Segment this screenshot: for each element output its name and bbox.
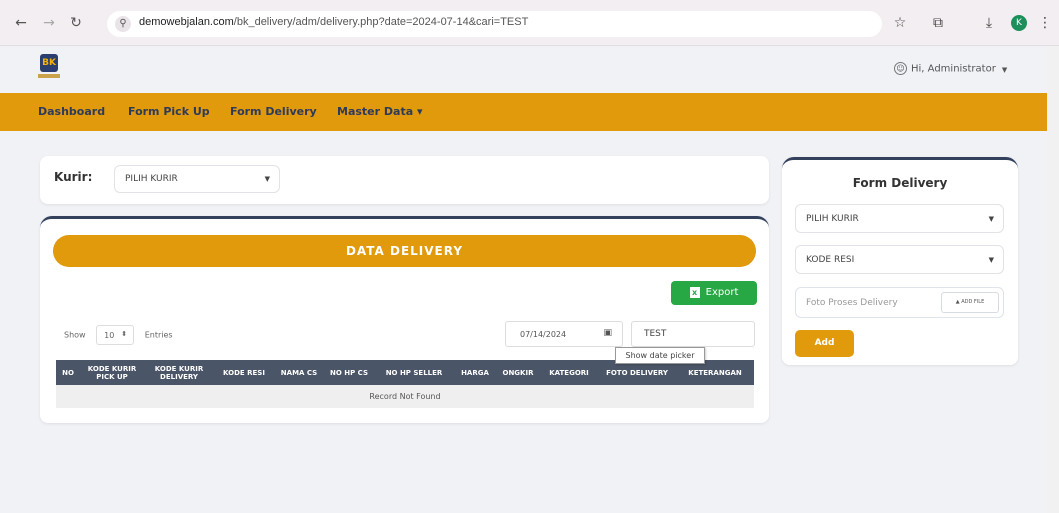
reload-icon[interactable]: ↻ [67, 14, 85, 32]
nav-form-pick-up[interactable]: Form Pick Up [128, 105, 210, 118]
entries-select[interactable]: 10 ⬍ [96, 325, 135, 345]
nav-dashboard[interactable]: Dashboard [38, 105, 105, 118]
nav-master-data[interactable]: Master Data ▾ [337, 105, 422, 118]
column-header[interactable]: ONGKIR [496, 360, 540, 385]
extensions-icon[interactable]: ⧉ [928, 13, 948, 33]
column-header[interactable]: KODE KURIR PICK UP [80, 360, 144, 385]
column-header[interactable]: NO [56, 360, 80, 385]
url-text[interactable]: demowebjalan.com/bk_delivery/adm/deliver… [139, 16, 528, 28]
upload-user-icon: ▲ [955, 299, 960, 305]
add-file-button[interactable]: ▲ ADD FILE [941, 292, 999, 313]
column-header[interactable]: NAMA CS [274, 360, 324, 385]
caret-down-icon: ▼ [1001, 65, 1008, 74]
export-button[interactable]: x Export [671, 281, 757, 305]
add-button[interactable]: Add [795, 330, 854, 357]
form-kurir-select[interactable]: PILIH KURIR ▼ [795, 204, 1004, 233]
excel-icon: x [689, 286, 700, 298]
calendar-icon[interactable]: ▣ [603, 328, 612, 338]
browser-toolbar: ← → ↻ ⚲ demowebjalan.com/bk_delivery/adm… [0, 0, 1059, 46]
entries-control: Show 10 ⬍ Entries [64, 325, 173, 345]
dropdown-arrow-icon: ▼ [988, 255, 994, 264]
dropdown-arrow-icon: ▼ [988, 214, 994, 223]
data-delivery-card: DATA DELIVERY x Export Show 10 ⬍ Entries 0… [40, 216, 769, 423]
app-header: BK ☺ Hi, Administrator ▼ [0, 46, 1059, 93]
stepper-icon: ⬍ [121, 330, 128, 338]
kurir-filter-card: Kurir: PILIH KURIR ▼ [40, 156, 769, 204]
page-scrollbar[interactable] [1047, 46, 1059, 513]
address-bar[interactable]: ⚲ demowebjalan.com/bk_delivery/adm/deliv… [107, 11, 882, 37]
main-navbar: Dashboard Form Pick Up Form Delivery Mas… [0, 93, 1059, 131]
column-header[interactable]: KODE KURIR DELIVERY [144, 360, 214, 385]
column-header[interactable]: KODE RESI [214, 360, 274, 385]
user-icon: ☺ [894, 62, 907, 75]
photo-upload-field[interactable]: Foto Proses Delivery ▲ ADD FILE [795, 287, 1004, 318]
table-empty-row: Record Not Found [56, 385, 754, 408]
date-filter-input[interactable]: 07/14/2024 ▣ [505, 321, 623, 347]
data-delivery-title: DATA DELIVERY [53, 235, 756, 267]
column-header[interactable]: HARGA [454, 360, 496, 385]
user-greeting: Hi, Administrator [911, 63, 996, 75]
column-header[interactable]: NO HP SELLER [374, 360, 454, 385]
search-input[interactable]: TEST [631, 321, 755, 347]
browser-menu-icon[interactable]: ⋮ [1035, 13, 1055, 33]
nav-form-delivery[interactable]: Form Delivery [230, 105, 317, 118]
back-icon[interactable]: ← [12, 14, 30, 32]
forward-icon[interactable]: → [40, 14, 58, 32]
date-picker-tooltip: Show date picker [615, 347, 705, 364]
site-info-icon[interactable]: ⚲ [115, 16, 131, 32]
profile-avatar[interactable]: K [1011, 15, 1027, 31]
column-header[interactable]: NO HP CS [324, 360, 374, 385]
download-icon[interactable]: ⤓ [979, 13, 999, 33]
user-menu[interactable]: ☺ Hi, Administrator ▼ [894, 62, 1007, 75]
form-delivery-title: Form Delivery [852, 176, 948, 190]
brand-logo[interactable]: BK [38, 54, 60, 80]
column-header[interactable]: KATEGORI [540, 360, 598, 385]
bookmark-star-icon[interactable]: ☆ [890, 13, 910, 33]
form-delivery-card: Form Delivery PILIH KURIR ▼ KODE RESI ▼ … [782, 157, 1018, 365]
kurir-label: Kurir: [54, 170, 93, 184]
kurir-filter-select[interactable]: PILIH KURIR ▼ [114, 165, 280, 193]
photo-placeholder: Foto Proses Delivery [806, 298, 898, 308]
form-resi-select[interactable]: KODE RESI ▼ [795, 245, 1004, 274]
dropdown-arrow-icon: ▼ [264, 175, 270, 183]
delivery-table: NO KODE KURIR PICK UP KODE KURIR DELIVER… [56, 360, 754, 408]
